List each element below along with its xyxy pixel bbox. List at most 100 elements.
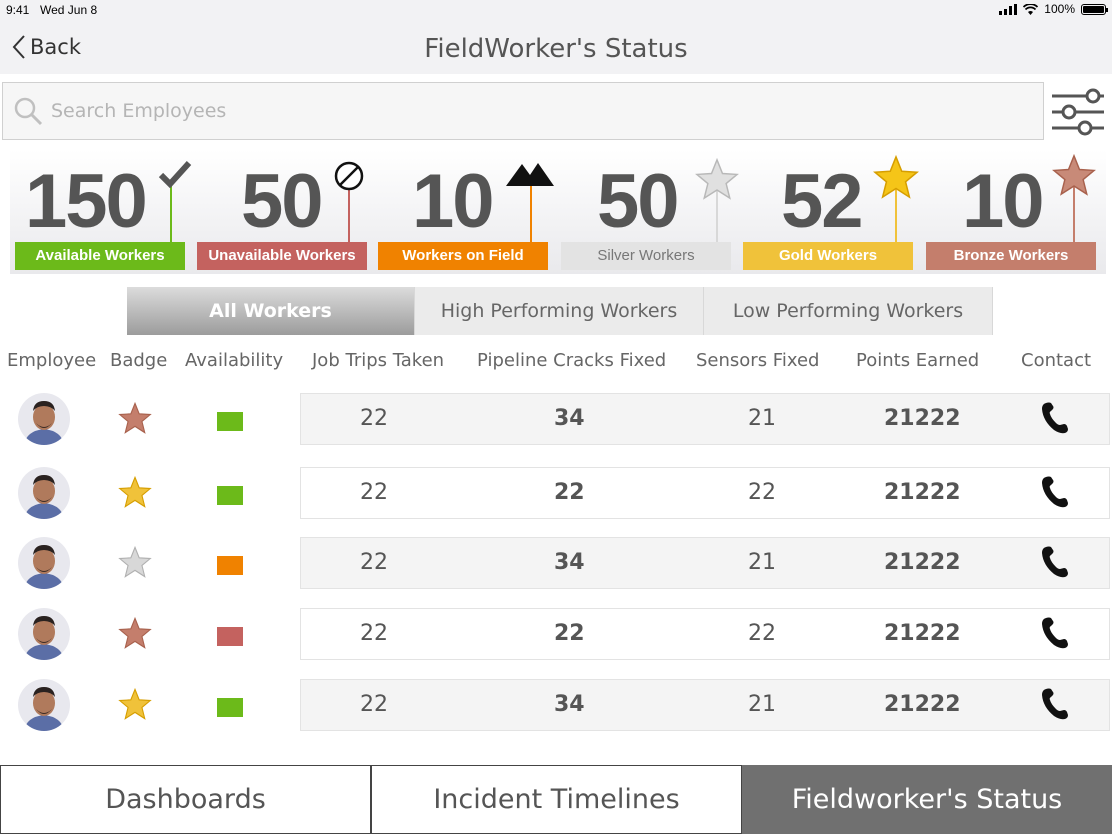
job-trips-value: 22 — [360, 480, 388, 505]
table-row[interactable]: 22 22 22 21222 — [0, 607, 1112, 665]
stat-label: Gold Workers — [743, 242, 913, 270]
job-trips-value: 22 — [360, 621, 388, 646]
row-stats: 22 22 22 21222 — [300, 608, 1110, 660]
status-time: 9:41 — [6, 3, 30, 17]
filter-icon[interactable] — [1050, 84, 1106, 140]
pipeline-cracks-value: 22 — [554, 480, 585, 505]
signal-icon — [999, 3, 1018, 15]
search-icon — [14, 97, 43, 126]
stat-value: 10 — [412, 159, 495, 244]
col-job-trips: Job Trips Taken — [312, 350, 445, 371]
silver-star-icon — [118, 545, 152, 582]
battery-icon — [1081, 3, 1108, 15]
phone-icon[interactable] — [1040, 616, 1070, 654]
points-value: 21222 — [884, 621, 961, 646]
col-sensors: Sensors Fixed — [696, 350, 820, 371]
tab-incident-timelines[interactable]: Incident Timelines — [371, 765, 742, 834]
availability-indicator — [217, 698, 243, 717]
availability-indicator — [217, 627, 243, 646]
sensors-value: 21 — [748, 692, 776, 717]
table-row[interactable]: 22 34 21 21222 — [0, 392, 1112, 450]
row-stats: 22 22 22 21222 — [300, 467, 1110, 519]
availability-indicator — [217, 486, 243, 505]
search-input[interactable] — [51, 100, 951, 122]
status-bar: 9:41 Wed Jun 8 100% — [0, 0, 1112, 22]
stat-label: Workers on Field — [378, 242, 548, 270]
wifi-icon — [1023, 3, 1039, 15]
avatar — [18, 393, 70, 445]
stat-value: 50 — [241, 159, 324, 244]
sensors-value: 21 — [748, 406, 776, 431]
nav-bar: Back FieldWorker's Status — [0, 22, 1112, 74]
sensors-value: 22 — [748, 480, 776, 505]
stat-gold[interactable]: 52 Gold Workers — [743, 150, 919, 274]
sensors-value: 22 — [748, 621, 776, 646]
points-value: 21222 — [884, 480, 961, 505]
job-trips-value: 22 — [360, 406, 388, 431]
table-row[interactable]: 22 34 21 21222 — [0, 536, 1112, 594]
tab-all-workers[interactable]: All Workers — [127, 287, 415, 335]
status-date: Wed Jun 8 — [40, 3, 98, 17]
tab-dashboards[interactable]: Dashboards — [0, 765, 371, 834]
stat-silver[interactable]: 50 Silver Workers — [561, 150, 739, 274]
col-badge: Badge — [110, 350, 168, 371]
status-right: 100% — [999, 2, 1108, 16]
bottom-tab-bar: Dashboards Incident Timelines Fieldworke… — [0, 765, 1112, 834]
phone-icon[interactable] — [1040, 687, 1070, 725]
col-contact: Contact — [1021, 350, 1092, 371]
page-title: FieldWorker's Status — [424, 34, 688, 64]
gold-star-icon — [873, 155, 919, 199]
availability-indicator — [217, 556, 243, 575]
stat-label: Unavailable Workers — [197, 242, 367, 270]
stat-bronze[interactable]: 10 Bronze Workers — [926, 150, 1096, 274]
phone-icon[interactable] — [1040, 545, 1070, 583]
stat-unavailable[interactable]: 50 Unavailable Workers — [197, 150, 367, 274]
battery-percent: 100% — [1044, 2, 1075, 16]
points-value: 21222 — [884, 550, 961, 575]
bronze-star-icon — [118, 616, 152, 653]
stat-value: 52 — [781, 159, 864, 244]
col-pipeline-cracks: Pipeline Cracks Fixed — [477, 350, 667, 371]
pipeline-cracks-value: 34 — [554, 406, 585, 431]
phone-icon[interactable] — [1040, 475, 1070, 513]
stats-panel: 150 Available Workers 50 Unavailable Wor… — [10, 150, 1106, 274]
row-stats: 22 34 21 21222 — [300, 679, 1110, 731]
col-employee: Employee — [7, 350, 97, 371]
job-trips-value: 22 — [360, 550, 388, 575]
search-bar — [2, 82, 1044, 140]
table-row[interactable]: 22 22 22 21222 — [0, 466, 1112, 524]
phone-icon[interactable] — [1040, 401, 1070, 439]
tab-fieldworkers-status[interactable]: Fieldworker's Status — [742, 765, 1112, 834]
table-row[interactable]: 22 34 21 21222 — [0, 678, 1112, 736]
sensors-value: 21 — [748, 550, 776, 575]
points-value: 21222 — [884, 692, 961, 717]
worker-filter-tabs: All Workers High Performing Workers Low … — [127, 287, 993, 335]
bronze-star-icon — [1052, 154, 1096, 196]
stat-available[interactable]: 150 Available Workers — [15, 150, 192, 274]
stat-on-field[interactable]: 10 Workers on Field — [378, 150, 554, 274]
gold-star-icon — [118, 687, 152, 724]
stat-value: 10 — [962, 159, 1045, 244]
col-points: Points Earned — [856, 350, 980, 371]
stat-label: Silver Workers — [561, 242, 731, 270]
col-availability: Availability — [185, 350, 284, 371]
avatar — [18, 537, 70, 589]
stat-label: Available Workers — [15, 242, 185, 270]
prohibited-icon — [334, 161, 364, 191]
check-icon — [158, 160, 192, 188]
avatar — [18, 679, 70, 731]
bronze-star-icon — [118, 401, 152, 438]
stat-value: 50 — [597, 159, 680, 244]
table-header: Employee Badge Availability Job Trips Ta… — [0, 350, 1112, 378]
stat-label: Bronze Workers — [926, 242, 1096, 270]
row-stats: 22 34 21 21222 — [300, 393, 1110, 445]
row-stats: 22 34 21 21222 — [300, 537, 1110, 589]
tab-high-performing[interactable]: High Performing Workers — [415, 287, 704, 335]
silver-star-icon — [695, 158, 739, 200]
gold-star-icon — [118, 475, 152, 512]
tab-low-performing[interactable]: Low Performing Workers — [704, 287, 993, 335]
pipeline-cracks-value: 22 — [554, 621, 585, 646]
pipeline-cracks-value: 34 — [554, 550, 585, 575]
avatar — [18, 467, 70, 519]
points-value: 21222 — [884, 406, 961, 431]
